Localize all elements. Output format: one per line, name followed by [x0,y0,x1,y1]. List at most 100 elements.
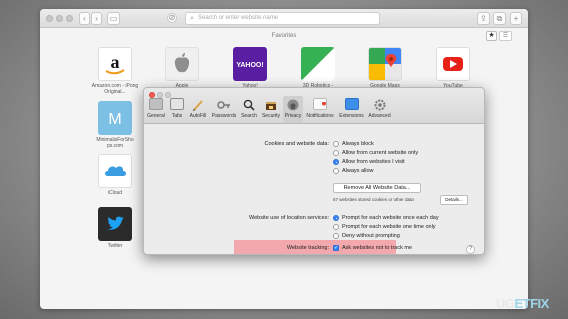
advanced-icon [373,98,387,111]
back-button[interactable]: ‹ [79,12,90,25]
notifications-icon [313,98,327,110]
tab-general[interactable]: General [145,96,167,123]
location-services-label: Website use of location services: [249,215,329,221]
tile-amazon[interactable]: a [98,47,132,81]
passwords-icon [217,98,231,110]
tile-minimalis-label: MinimalisForSho ps.com [96,137,134,149]
tab-extensions[interactable]: Extensions [337,96,366,123]
tile-amazon-label: Amazon.com - iPong Original... [91,83,139,95]
deny-label: Deny without prompting [342,233,400,239]
tab-passwords-label: Passwords [211,113,237,119]
extensions-icon [344,98,359,110]
svg-text:a: a [111,52,120,72]
tab-security-label: Security [261,113,281,119]
shield-icon[interactable]: ⊘ [167,13,177,23]
tile-icloud-label: iCloud [107,190,123,196]
search-icon [242,98,256,111]
tile-icloud[interactable] [98,154,132,188]
tabs-icon [170,98,184,110]
svg-text:M: M [108,111,121,128]
tab-autofill-label: AutoFill [189,113,207,119]
tile-google-maps[interactable] [368,47,402,81]
prompt-once-label: Prompt for each website one time only [342,224,436,230]
radio-always-block[interactable] [333,141,339,147]
tab-privacy[interactable]: Privacy [283,96,303,123]
tab-extensions-label: Extensions [339,113,364,119]
radio-prompt-once[interactable] [333,224,339,230]
twitter-icon [107,216,124,230]
tile-youtube[interactable] [436,47,470,81]
safari-window: ‹ › ▭ ⊘ ⌕ Search or enter website name ⇪… [40,9,528,309]
watermark-main: UG [496,296,515,311]
security-icon [264,98,278,110]
letter-m-icon: M [108,111,121,128]
new-tab-button[interactable]: + [510,12,522,25]
autofill-icon [191,98,205,112]
tile-minimalis[interactable]: M [98,101,132,135]
tab-search-label: Search [241,113,257,119]
privacy-icon [286,98,300,111]
website-tracking-label: Website tracking: [286,245,329,251]
details-button[interactable]: Details... [440,195,468,205]
watermark-logo: UGETFIX [496,296,549,311]
browser-toolbar: ‹ › ▭ ⊘ ⌕ Search or enter website name ⇪… [40,9,528,28]
sidebar-button[interactable]: ▭ [107,12,120,25]
svg-text:YAHOO!: YAHOO! [236,62,263,69]
tile-apple[interactable] [165,47,199,81]
address-placeholder: Search or enter website name [198,15,279,21]
tab-privacy-label: Privacy [284,113,302,119]
tab-search[interactable]: Search [239,96,259,123]
favorites-title: Favorites [271,33,297,39]
do-not-track-checkbox[interactable]: ✓ [333,245,339,251]
minimize-window-button[interactable] [56,15,63,22]
preferences-toolbar: General Tabs AutoFill Passwords Search S… [144,88,484,124]
tab-tabs-label: Tabs [171,113,183,119]
prompt-daily-label: Prompt for each website once each day [342,215,439,221]
stored-data-text: 67 websites stored cookies or other data [333,197,414,202]
allow-visited-label: Allow from websites I visit [342,159,405,165]
radio-prompt-daily[interactable] [333,215,339,221]
tab-security[interactable]: Security [260,96,282,123]
zoom-window-button[interactable] [66,15,73,22]
always-block-label: Always block [342,141,374,147]
tile-twitter-label: Twitter [107,243,123,249]
yahoo-icon: YAHOO! [236,62,263,69]
tab-advanced[interactable]: Advanced [367,96,392,123]
forward-button[interactable]: › [91,12,102,25]
tab-passwords[interactable]: Passwords [210,96,238,123]
address-bar[interactable]: ⌕ Search or enter website name [185,12,380,25]
do-not-track-label: Ask websites not to track me [342,245,412,251]
radio-allow-current-only[interactable] [333,150,339,156]
amazon-icon: a [105,52,125,75]
always-allow-label: Always allow [342,168,374,174]
privacy-preferences-window: General Tabs AutoFill Passwords Search S… [143,87,485,255]
google-maps-icon [369,48,401,80]
share-button[interactable]: ⇪ [477,12,490,25]
radio-always-allow[interactable] [333,168,339,174]
show-tabs-button[interactable]: ⧉ [493,12,506,25]
tab-autofill[interactable]: AutoFill [187,96,209,123]
tab-notifications[interactable]: Notifications [304,96,336,123]
tile-yahoo[interactable]: YAHOO! [233,47,267,81]
general-icon [149,98,163,110]
apple-icon [174,53,190,73]
favorites-star-icon[interactable]: ★ [486,31,497,41]
tab-tabs[interactable]: Tabs [168,96,186,123]
tab-notifications-label: Notifications [306,113,334,119]
help-button[interactable]: ? [466,245,475,254]
tile-3d-robotics[interactable] [301,47,335,81]
youtube-icon [443,57,463,71]
tile-twitter[interactable] [98,207,132,241]
favorites-list-icon[interactable]: ☰ [499,31,512,41]
cookies-label: Cookies and website data: [264,141,329,147]
allow-current-only-label: Allow from current website only [342,150,419,156]
radio-deny[interactable] [333,233,339,239]
close-window-button[interactable] [46,15,53,22]
remove-website-data-button[interactable]: Remove All Website Data... [333,183,421,193]
magnifier-icon: ⌕ [190,15,194,22]
3dr-icon [301,47,335,81]
icloud-icon [105,166,126,176]
tab-advanced-label: Advanced [368,113,391,119]
radio-allow-visited[interactable] [333,159,339,165]
watermark-accent: ETFIX [514,296,550,311]
